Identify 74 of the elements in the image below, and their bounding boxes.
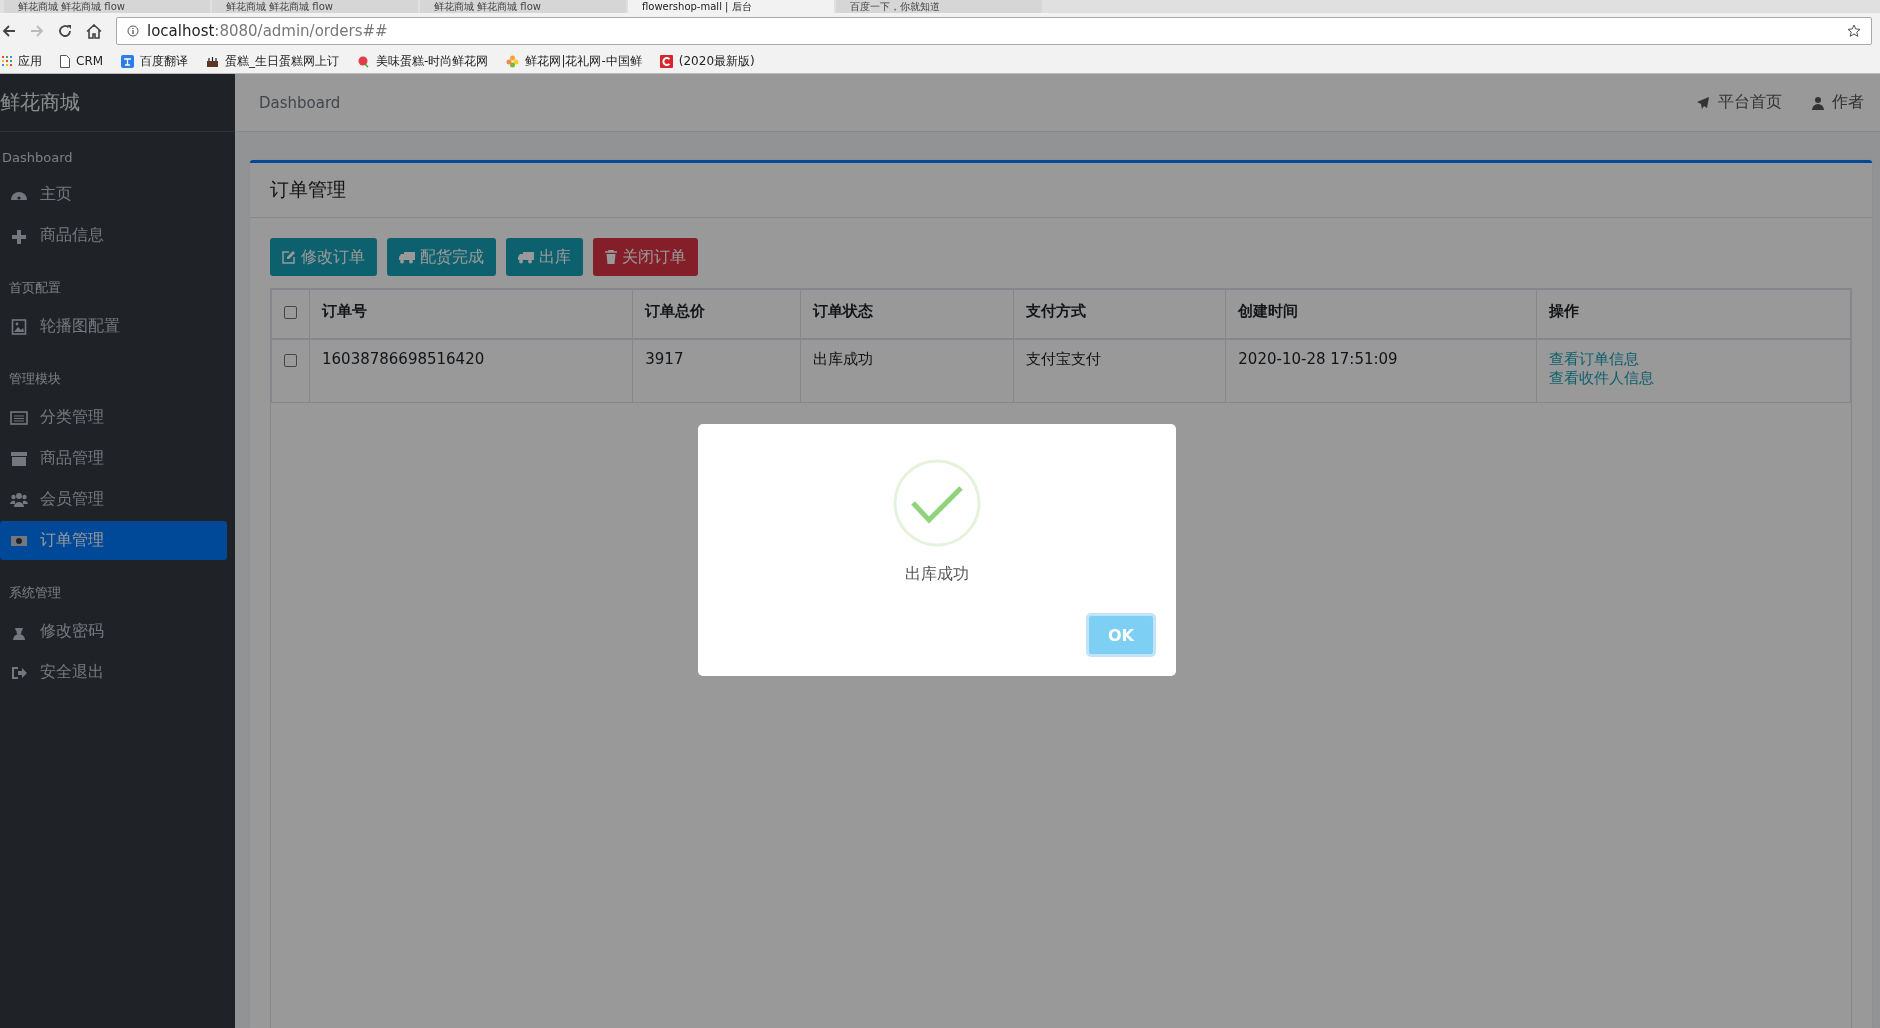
box-icon bbox=[10, 450, 28, 467]
toolbar-button[interactable]: 关闭订单 bbox=[593, 238, 698, 276]
exit-icon bbox=[10, 664, 28, 681]
bookmark[interactable]: CRM bbox=[60, 54, 104, 68]
column-header: 订单号 bbox=[309, 289, 633, 339]
sidebar-heading: Dashboard bbox=[1, 149, 74, 167]
sidebar-item[interactable]: 会员管理 bbox=[0, 480, 227, 519]
sidebar-item[interactable]: 商品管理 bbox=[0, 439, 227, 478]
success-check-icon bbox=[892, 458, 982, 548]
list-icon bbox=[10, 409, 28, 426]
bookmark[interactable]: 蛋糕_生日蛋糕网上订 bbox=[206, 52, 340, 70]
bookmark[interactable]: 鲜花网|花礼网-中国鲜 bbox=[506, 52, 642, 70]
sidebar-item[interactable]: 安全退出 bbox=[0, 653, 227, 692]
browser-tab[interactable]: 百度一下，你就知道 bbox=[836, 0, 1042, 13]
user-icon bbox=[1812, 95, 1824, 110]
column-header: 订单总价 bbox=[632, 289, 801, 339]
nav-link[interactable]: 作者 bbox=[1812, 92, 1864, 113]
image-icon bbox=[10, 318, 28, 335]
reload-icon[interactable] bbox=[58, 24, 72, 38]
flower-icon bbox=[506, 54, 520, 68]
info-icon[interactable] bbox=[127, 25, 139, 37]
card-title: 订单管理 bbox=[250, 163, 1872, 218]
sidebar-item[interactable]: 分类管理 bbox=[0, 398, 227, 437]
row-checkbox[interactable] bbox=[284, 354, 297, 367]
users-icon bbox=[10, 491, 28, 508]
action-link[interactable]: 查看收件人信息 bbox=[1549, 369, 1838, 388]
bookmark[interactable]: 美味蛋糕-时尚鲜花网 bbox=[357, 52, 489, 70]
sidebar-heading: 首页配置 bbox=[8, 279, 62, 297]
bookmark[interactable]: 百度翻译 bbox=[121, 52, 189, 70]
cake-icon bbox=[206, 54, 220, 68]
column-header: 订单状态 bbox=[800, 289, 1014, 339]
table-cell: 出库成功 bbox=[800, 339, 1014, 403]
table-cell: 3917 bbox=[632, 339, 801, 403]
truck-icon bbox=[399, 250, 415, 264]
table-cell: 16038786698516420 bbox=[309, 339, 633, 403]
column-header: 创建时间 bbox=[1225, 289, 1537, 339]
sidebar-item[interactable]: 商品信息 bbox=[0, 216, 227, 255]
bookmark[interactable]: (2020最新版) bbox=[659, 52, 755, 70]
column-header: 支付方式 bbox=[1013, 289, 1226, 339]
toolbar-button[interactable]: 配货完成 bbox=[387, 238, 496, 276]
toolbar-button[interactable]: 修改订单 bbox=[270, 238, 377, 276]
browser-tab[interactable]: 鲜花商城 鲜花商城 flow bbox=[420, 0, 626, 13]
toolbar-button[interactable]: 出库 bbox=[506, 238, 583, 276]
truck-icon bbox=[518, 250, 534, 264]
address-bar[interactable]: localhost:8080/admin/orders## bbox=[116, 17, 1872, 45]
sidebar-item[interactable]: 订单管理 bbox=[0, 521, 227, 560]
back-icon[interactable] bbox=[2, 24, 16, 38]
browser-tab[interactable]: 鲜花商城 鲜花商城 flow bbox=[4, 0, 210, 13]
sidebar-item[interactable]: 主页 bbox=[0, 175, 227, 214]
sidebar-heading: 系统管理 bbox=[8, 584, 62, 602]
bookmark-logo-icon bbox=[659, 54, 673, 68]
trash-icon bbox=[605, 250, 617, 264]
action-link[interactable]: 查看订单信息 bbox=[1549, 350, 1838, 369]
browser-tab[interactable]: 鲜花商城 鲜花商城 flow bbox=[212, 0, 418, 13]
select-all-checkbox[interactable] bbox=[284, 306, 297, 319]
plus-icon bbox=[10, 227, 28, 244]
star-icon[interactable] bbox=[1847, 24, 1861, 38]
home-icon[interactable] bbox=[86, 23, 102, 39]
send-icon bbox=[1696, 95, 1710, 110]
table-cell: 支付宝支付 bbox=[1013, 339, 1226, 403]
sidebar-heading: 管理模块 bbox=[8, 370, 62, 388]
sidebar-item[interactable]: 轮播图配置 bbox=[0, 307, 227, 346]
apps-grid-icon bbox=[2, 56, 12, 66]
page-icon bbox=[60, 54, 70, 68]
dialog-message: 出库成功 bbox=[905, 564, 969, 585]
url-text: localhost:8080/admin/orders## bbox=[147, 22, 388, 40]
nav-link[interactable]: 平台首页 bbox=[1696, 92, 1782, 113]
browser-tab[interactable]: flowershop-mall | 后台 bbox=[628, 0, 834, 13]
breadcrumb[interactable]: Dashboard bbox=[259, 93, 341, 112]
column-header: 操作 bbox=[1536, 289, 1851, 339]
bookmark[interactable]: 应用 bbox=[2, 52, 42, 70]
sidebar-item[interactable]: 修改密码 bbox=[0, 612, 227, 651]
edit-icon bbox=[282, 250, 296, 264]
table-cell: 2020-10-28 17:51:09 bbox=[1225, 339, 1537, 403]
